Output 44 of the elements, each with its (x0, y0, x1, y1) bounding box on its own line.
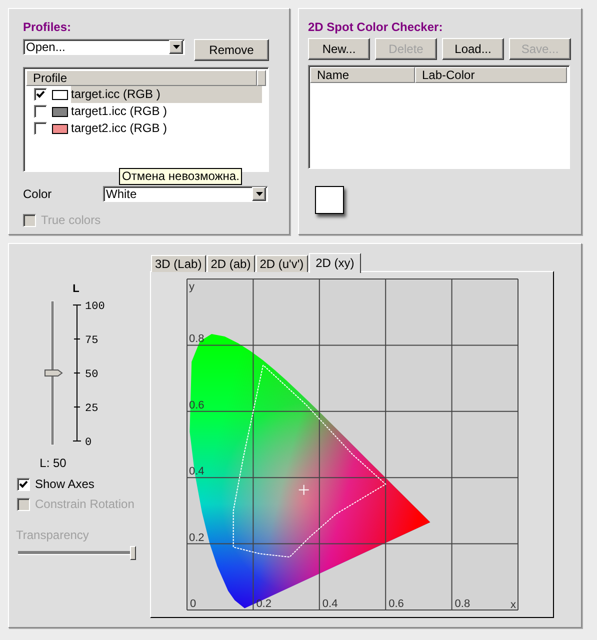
dropdown[interactable]: Open... (23, 39, 185, 55)
axis-label: 0.8 (189, 333, 204, 346)
panel-title: 2D Spot Color Checker: (308, 20, 444, 34)
toolbar-button[interactable]: New... (308, 38, 370, 60)
tooltip: Отмена невозможна. (119, 168, 242, 185)
column-header[interactable]: Name (310, 67, 415, 83)
scale-title: L (72, 284, 80, 295)
scale-label: 75 (85, 335, 98, 347)
slider-label: Transparency (16, 527, 90, 544)
scale-label: 100 (85, 301, 105, 313)
tab[interactable]: 3D (Lab) (151, 255, 206, 272)
axis-label: 0.8 (454, 598, 470, 610)
dropdown[interactable]: White (103, 186, 268, 202)
checkbox-label: True colors (41, 212, 101, 229)
checkbox[interactable] (17, 478, 30, 490)
tab[interactable]: 2D (u'v') (256, 255, 308, 272)
axis-label: 0.2 (256, 598, 272, 610)
scale-label: 0 (85, 437, 92, 449)
axis-label: 0.2 (189, 532, 204, 544)
profile-name[interactable]: target.icc (RGB ) (71, 86, 262, 103)
axis-label: x (510, 599, 516, 611)
axis-label: 0.6 (388, 598, 404, 610)
slider-thumb[interactable] (44, 370, 63, 376)
column-header[interactable]: Profile (26, 70, 257, 86)
checkbox-label: Show Axes (35, 476, 94, 493)
tab[interactable]: 2D (ab) (206, 255, 255, 272)
axis-label: y (189, 281, 194, 293)
scale-label: 25 (85, 403, 98, 415)
panel-title: Profiles: (23, 20, 72, 34)
slider-reading: L: 50 (40, 456, 66, 470)
column-header-blank (257, 70, 266, 86)
crosshair-marker (298, 484, 310, 496)
checkbox-label: Constrain Rotation (35, 496, 134, 513)
axis-label: 0.4 (322, 598, 338, 610)
scale-label: 50 (85, 369, 98, 381)
axis-label: 0 (190, 598, 196, 610)
column-header[interactable]: Lab-Color (415, 67, 567, 83)
tab[interactable]: 2D (xy) (308, 253, 362, 273)
toolbar-button[interactable]: Load... (442, 38, 504, 60)
color-swatch (315, 186, 344, 214)
profile-name[interactable]: target2.icc (RGB ) (71, 120, 168, 137)
remove-button[interactable]: Remove (194, 39, 269, 61)
color-label: Color (23, 186, 53, 203)
profile-name[interactable]: target1.icc (RGB ) (71, 103, 168, 120)
